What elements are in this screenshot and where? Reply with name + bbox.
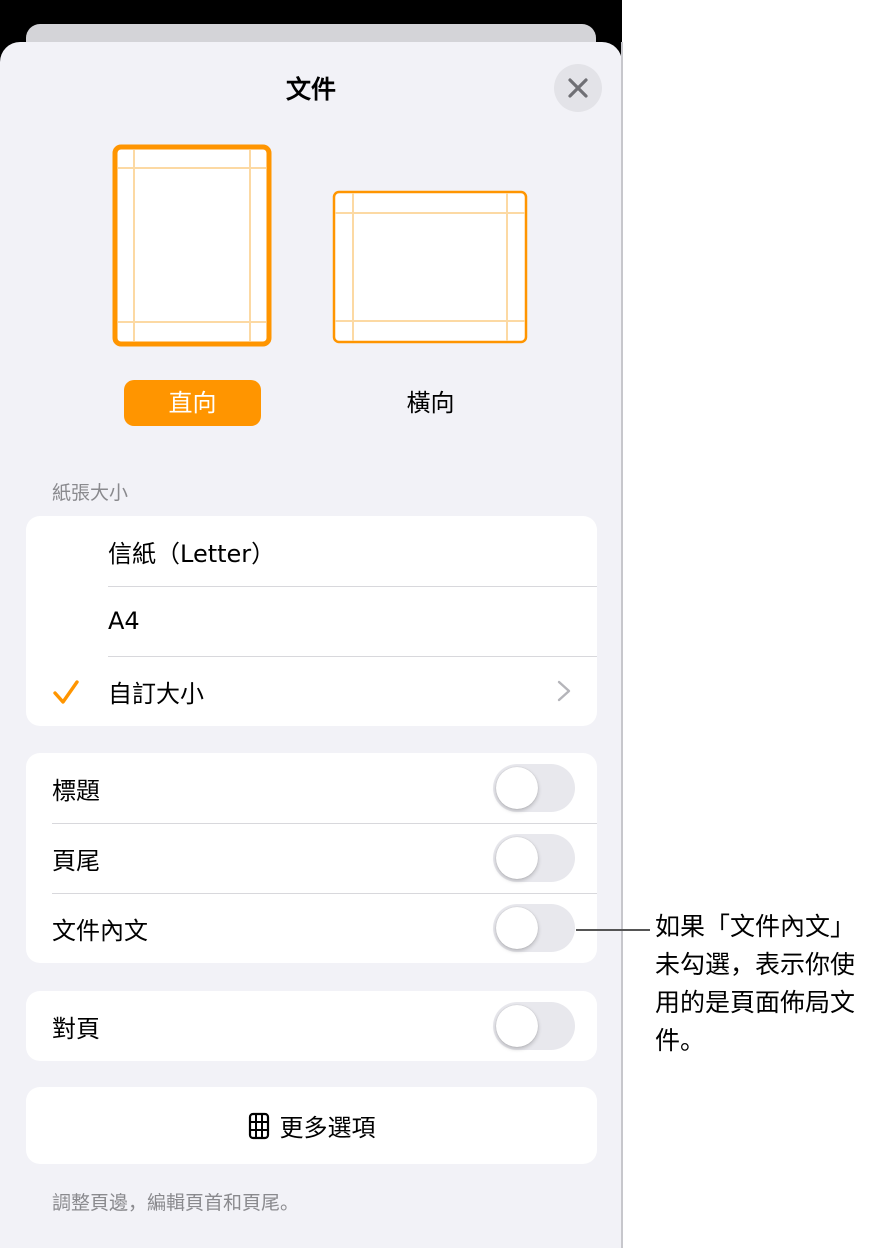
switch-knob: [496, 837, 538, 879]
paper-size-custom[interactable]: 自訂大小: [26, 656, 597, 726]
portrait-button[interactable]: 直向: [124, 380, 261, 426]
toggle-row-facing-pages: 對頁: [26, 991, 597, 1061]
paper-size-header: 紙張大小: [52, 482, 129, 504]
header-switch[interactable]: [493, 764, 575, 812]
facing-pages-list: 對頁: [26, 991, 597, 1061]
checkmark-icon: [53, 680, 79, 704]
footer-switch[interactable]: [493, 834, 575, 882]
header-footer-list: 標題 頁尾 文件內文: [26, 753, 597, 963]
switch-knob: [496, 907, 538, 949]
panel-edge: [621, 42, 623, 1248]
toggle-label: 文件內文: [52, 916, 148, 945]
paper-size-letter[interactable]: 信紙（Letter）: [26, 516, 597, 586]
landscape-button[interactable]: 橫向: [362, 380, 499, 426]
close-button[interactable]: [554, 64, 602, 112]
landscape-option[interactable]: [332, 190, 528, 344]
toggle-label: 頁尾: [52, 846, 100, 875]
portrait-option[interactable]: [112, 144, 272, 347]
portrait-page-icon: [112, 144, 272, 347]
document-body-switch[interactable]: [493, 904, 575, 952]
close-icon: [568, 78, 588, 98]
switch-knob: [496, 1005, 538, 1047]
toggle-row-footer: 頁尾: [26, 823, 597, 893]
toggle-row-header: 標題: [26, 753, 597, 823]
callout-line: [576, 929, 650, 931]
footer-note: 調整頁邊，編輯頁首和頁尾。: [52, 1192, 300, 1214]
landscape-page-icon: [332, 190, 528, 344]
switch-knob: [496, 767, 538, 809]
toggle-row-document-body: 文件內文: [26, 893, 597, 963]
callout-text: 如果「文件內文」未勾選，表示你使用的是頁面佈局文件。: [655, 912, 856, 1055]
more-options-button[interactable]: 更多選項: [26, 1087, 597, 1164]
paper-size-list: 信紙（Letter） A4 自訂大小: [26, 516, 597, 726]
list-item-label: 自訂大小: [108, 679, 204, 708]
facing-pages-switch[interactable]: [493, 1002, 575, 1050]
chevron-right-icon: [557, 680, 571, 702]
paper-size-a4[interactable]: A4: [26, 586, 597, 656]
toggle-label: 標題: [52, 776, 100, 805]
toggle-label: 對頁: [52, 1014, 100, 1043]
page-title: 文件: [285, 75, 336, 104]
list-item-label: A4: [108, 607, 140, 635]
list-item-label: 信紙（Letter）: [108, 539, 276, 568]
more-options-label: 更多選項: [279, 1114, 376, 1142]
document-options-icon: [248, 1112, 269, 1139]
